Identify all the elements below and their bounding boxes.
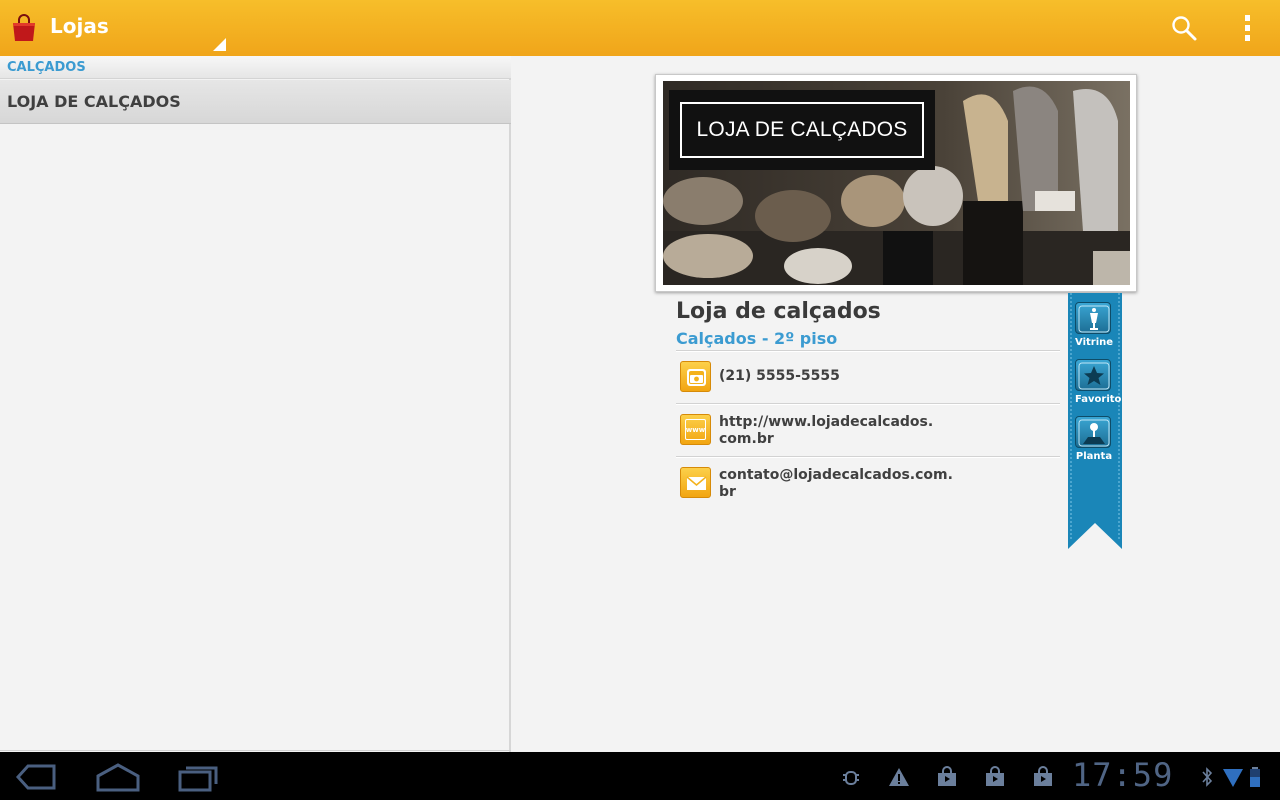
section-header: CALÇADOS [0, 56, 511, 79]
spinner-indicator-icon[interactable] [213, 38, 226, 51]
section-header-label: CALÇADOS [7, 60, 86, 75]
store-category: Calçados - 2º piso [676, 329, 838, 348]
phone-number: (21) 5555-5555 [719, 368, 840, 384]
shopping-bag-icon[interactable] [11, 14, 37, 42]
divider [676, 456, 1060, 458]
clock[interactable]: 17:59 [1072, 756, 1173, 794]
warning-icon [889, 768, 909, 786]
web-icon[interactable]: www [680, 414, 711, 445]
shopping-bag-icon [986, 766, 1004, 786]
favorito-label: Favorito [1075, 394, 1122, 405]
phone-icon[interactable] [680, 361, 711, 392]
website-row[interactable]: www http://www.lojadecalcados. com.br [676, 413, 1060, 457]
store-photo-frame: LOJA DE CALÇADOS [655, 74, 1137, 292]
store-photo: LOJA DE CALÇADOS [663, 81, 1130, 285]
action-ribbon: Vitrine Favorito Planta [1068, 293, 1122, 549]
envelope-icon[interactable] [680, 467, 711, 498]
web-icon-text: www [685, 425, 706, 434]
favorito-button[interactable]: Favorito [1075, 359, 1122, 405]
website-link[interactable]: http://www.lojadecalcados. com.br [719, 414, 933, 448]
email-link[interactable]: contato@lojadecalcados.com. br [719, 467, 953, 501]
photo-banner-text: LOJA DE CALÇADOS [696, 118, 908, 141]
recent-apps-icon[interactable] [174, 762, 222, 792]
email-line-2: br [719, 484, 736, 500]
planta-button[interactable]: Planta [1075, 416, 1113, 462]
divider [676, 403, 1060, 405]
star-icon [1075, 359, 1111, 391]
back-icon[interactable] [14, 762, 62, 792]
email-row[interactable]: contato@lojadecalcados.com. br [676, 466, 1060, 510]
vitrine-label: Vitrine [1075, 337, 1114, 348]
website-line-1: http://www.lojadecalcados. [719, 414, 934, 430]
list-item-label: LOJA DE CALÇADOS [7, 92, 181, 111]
shopping-bag-icon [938, 766, 956, 786]
vitrine-button[interactable]: Vitrine [1075, 302, 1113, 348]
phone-row[interactable]: (21) 5555-5555 [676, 360, 1060, 402]
action-bar: Lojas [0, 0, 1280, 56]
overflow-menu-icon[interactable] [1240, 12, 1256, 44]
app-title[interactable]: Lojas [50, 14, 109, 38]
planta-label: Planta [1075, 451, 1113, 462]
mannequin-icon [1075, 302, 1111, 334]
list-item[interactable]: LOJA DE CALÇADOS [0, 80, 511, 124]
photo-banner-frame: LOJA DE CALÇADOS [680, 102, 924, 158]
divider [676, 350, 1060, 352]
bluetooth-icon [1202, 767, 1213, 787]
store-detail-panel: LOJA DE CALÇADOS Loja de calçados Calçad… [513, 56, 1280, 752]
home-icon[interactable] [94, 762, 142, 792]
email-line-1: contato@lojadecalcados.com. [719, 467, 953, 483]
debug-icon [843, 771, 859, 785]
divider [0, 750, 511, 751]
store-list-panel: CALÇADOS LOJA DE CALÇADOS [0, 56, 511, 752]
search-icon[interactable] [1170, 14, 1198, 42]
battery-icon [1250, 767, 1260, 787]
wifi-icon [1223, 769, 1243, 787]
store-name: Loja de calçados [676, 299, 881, 324]
map-pin-icon [1075, 416, 1111, 448]
shopping-bag-icon [1034, 766, 1052, 786]
website-line-2: com.br [719, 431, 774, 447]
photo-banner: LOJA DE CALÇADOS [669, 90, 935, 170]
